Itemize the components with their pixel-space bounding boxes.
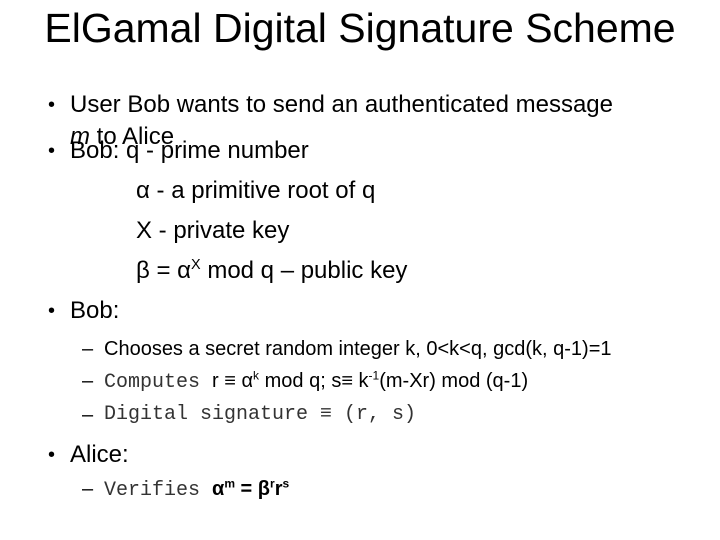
text: Verifies xyxy=(104,479,213,502)
bullet: • xyxy=(48,444,56,466)
dash: – xyxy=(82,404,94,426)
text: mod q – public key xyxy=(200,257,408,284)
text: ≡ k xyxy=(341,370,369,392)
bullet: • xyxy=(48,300,56,322)
alpha-line: α - a primitive root of q xyxy=(136,176,375,206)
dash: – xyxy=(82,338,94,360)
beta-symbol: β xyxy=(136,257,150,284)
text: mod q; xyxy=(259,370,332,392)
text: = xyxy=(235,478,258,500)
bullet: • xyxy=(48,94,56,116)
text: Computes xyxy=(104,371,213,394)
bullet-3: Bob: xyxy=(70,297,120,324)
bullet-1-line-1: User Bob wants to send an authenticated … xyxy=(70,91,613,118)
superscript: -1 xyxy=(368,368,380,383)
alpha-symbol: α xyxy=(177,257,192,284)
bullet: • xyxy=(48,140,56,162)
alpha-symbol: α xyxy=(136,177,150,204)
text: = xyxy=(149,257,178,284)
slide-title: ElGamal Digital Signature Scheme xyxy=(44,5,676,51)
text: - a primitive root of q xyxy=(149,177,376,204)
dash: – xyxy=(82,370,94,392)
superscript: s xyxy=(282,476,290,491)
text: r ≡ α xyxy=(212,370,254,392)
superscript: m xyxy=(224,476,235,491)
sub-choose: Chooses a secret random integer k, 0<k<q… xyxy=(104,338,612,360)
bullet-4: Alice: xyxy=(70,441,129,468)
bullet-2: Bob: q - prime number xyxy=(70,137,309,164)
dash: – xyxy=(82,478,94,500)
superscript: X xyxy=(191,257,201,273)
text: (m-Xr) mod (q-1) xyxy=(379,370,529,392)
sub-verify: Verifies αm = βrrs xyxy=(104,476,289,504)
private-key-line: X - private key xyxy=(136,217,290,244)
text: s xyxy=(331,370,342,392)
sub-signature: Digital signature ≡ (r, s) xyxy=(104,403,417,426)
sub-compute: Computes r ≡ αk mod q; s≡ k-1(m-Xr) mod … xyxy=(104,368,528,396)
public-key-line: β = αX mod q – public key xyxy=(136,256,407,286)
beta-symbol: β xyxy=(257,478,271,500)
alpha-symbol: α xyxy=(212,478,225,500)
